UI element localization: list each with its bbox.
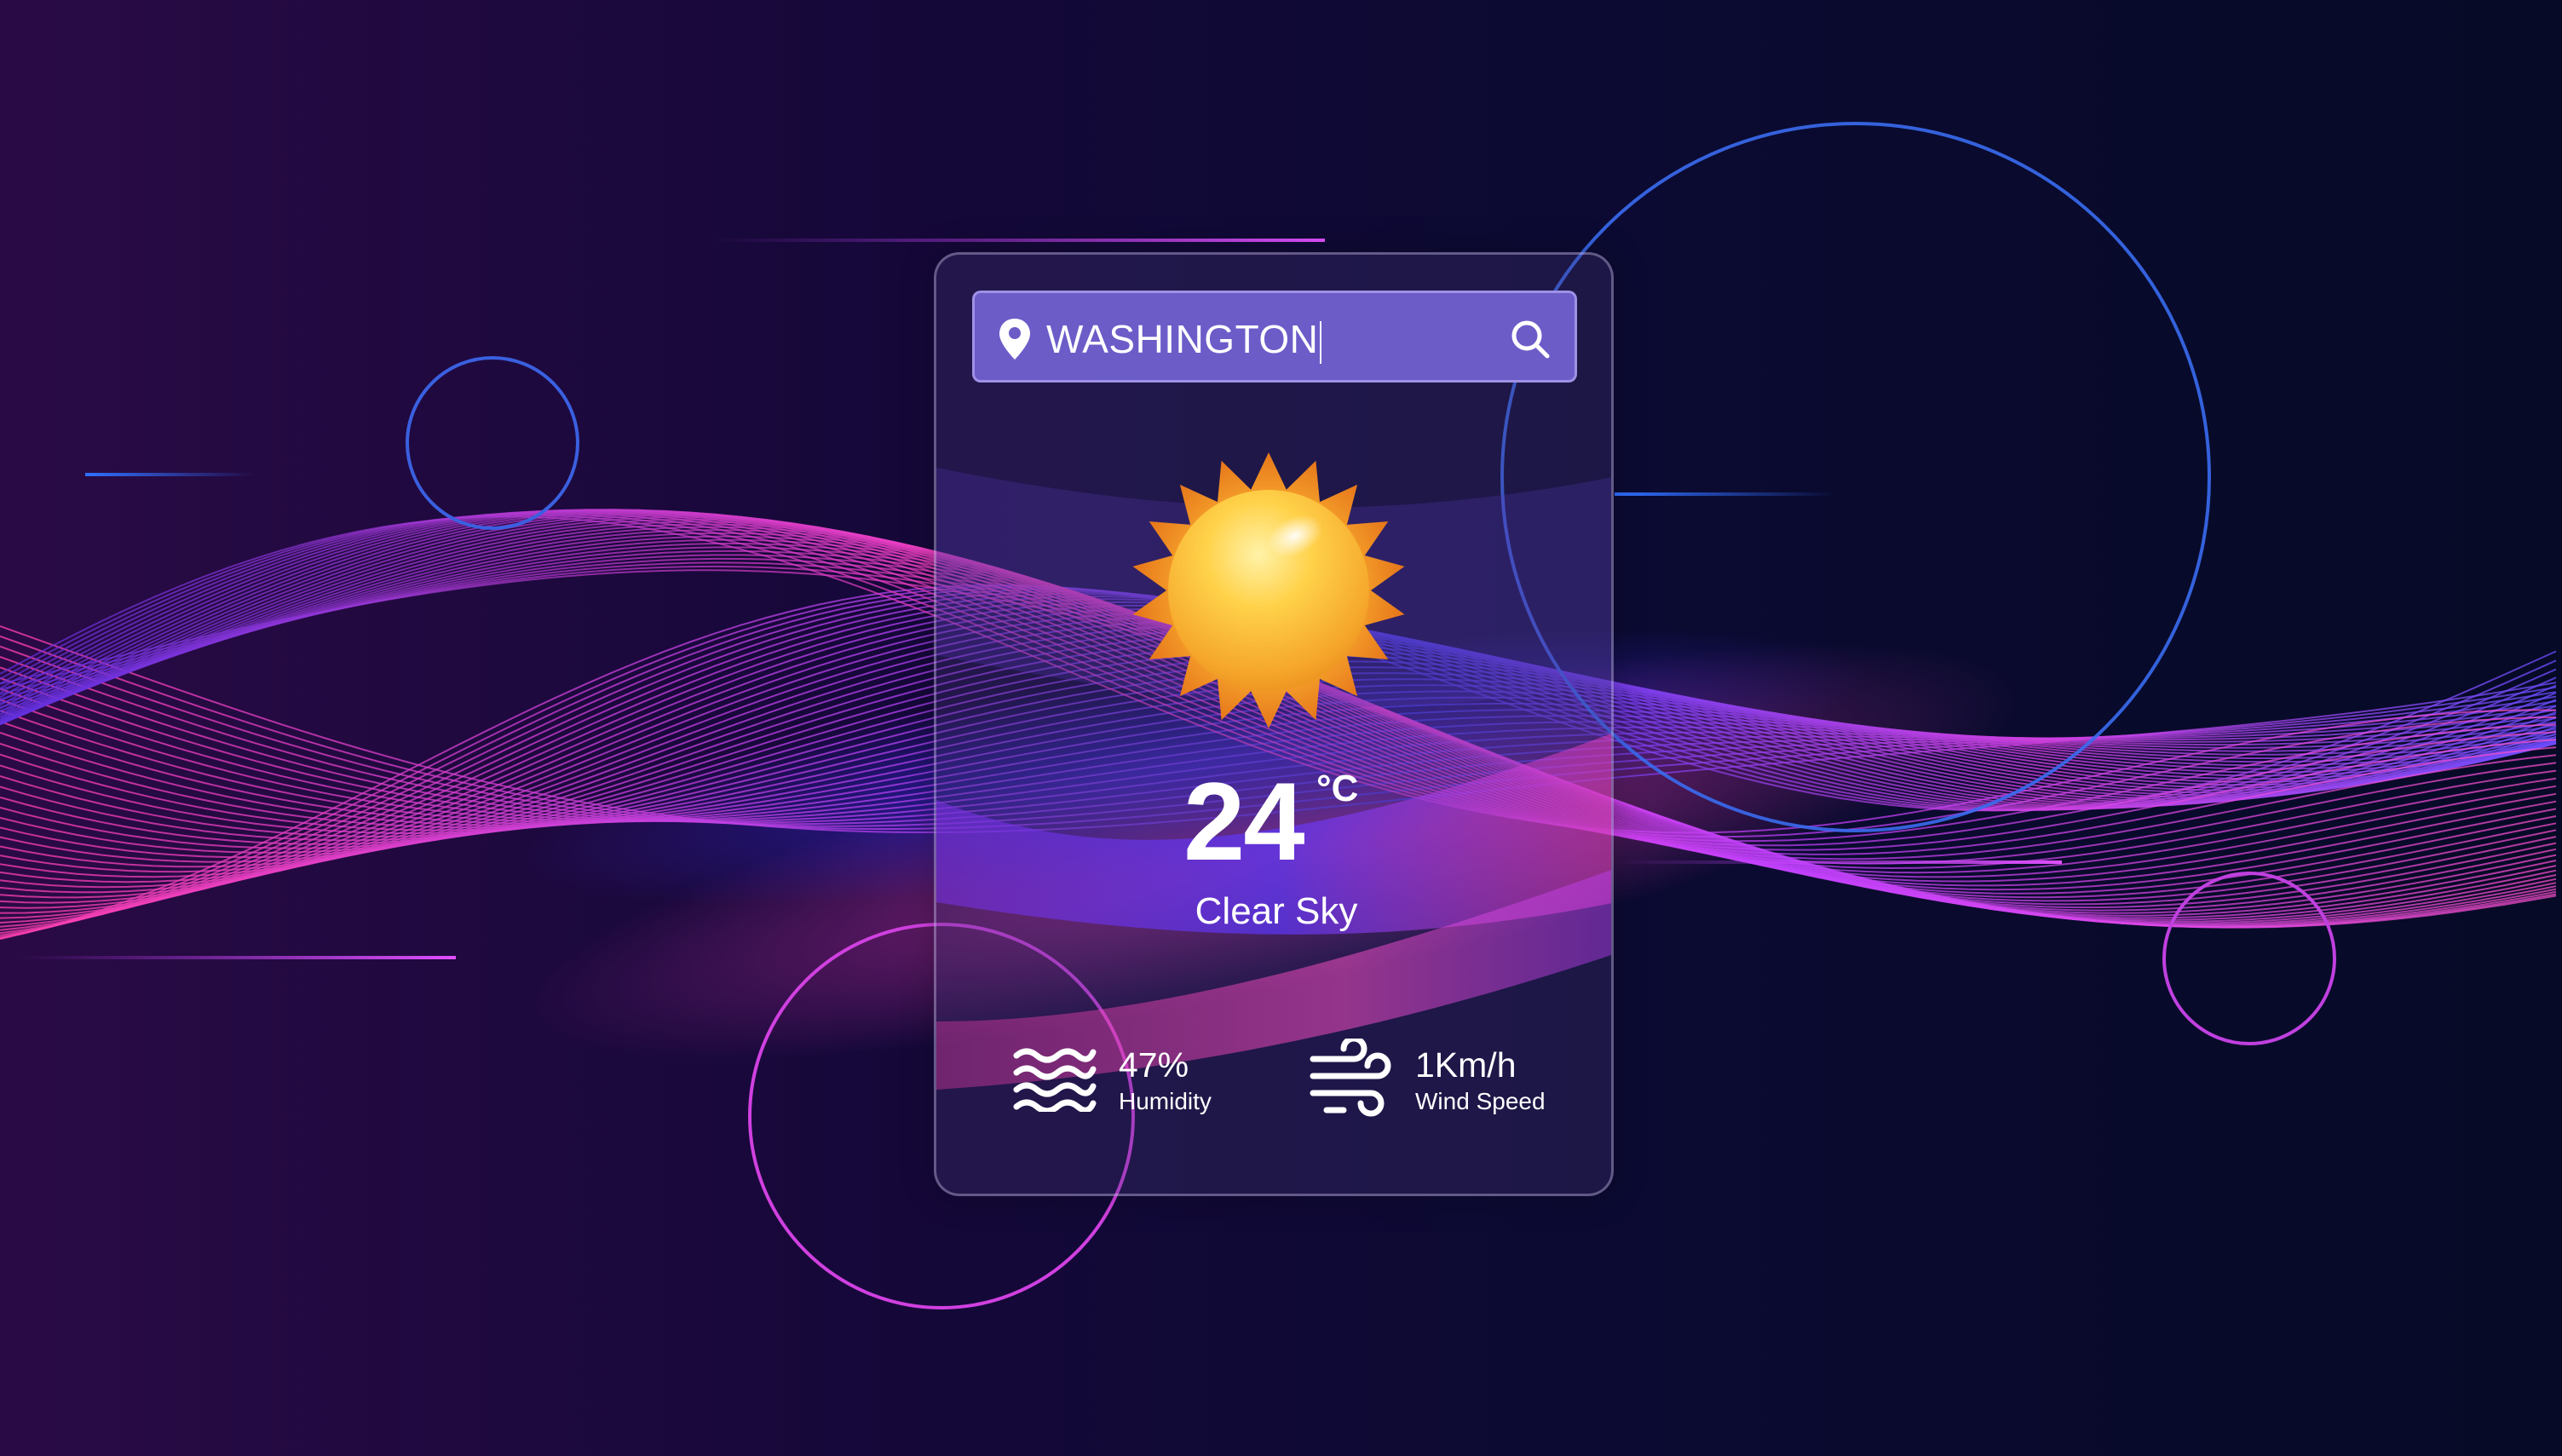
wind-speed-label: Wind Speed (1415, 1088, 1546, 1114)
wind-icon (1310, 1039, 1391, 1117)
weather-condition: Clear Sky (1195, 890, 1358, 932)
search-icon[interactable] (1508, 317, 1552, 361)
text-caret (1320, 320, 1322, 364)
wind-speed-value: 1Km/h (1415, 1045, 1517, 1085)
humidity-value: 47% (1119, 1045, 1189, 1085)
humidity-label: Humidity (1119, 1088, 1212, 1114)
sun-icon (1132, 452, 1405, 728)
waves-icon (1013, 1048, 1097, 1112)
temperature-value: 24 (1183, 759, 1305, 883)
weather-card: WASHINGTON 24 °C Clear Sky 47% Humidity … (934, 252, 1614, 1196)
temperature-unit: °C (1316, 768, 1359, 809)
location-search-input[interactable]: WASHINGTON (1046, 314, 1322, 365)
location-search-bar[interactable]: WASHINGTON (972, 291, 1577, 383)
map-pin-icon (999, 319, 1030, 360)
